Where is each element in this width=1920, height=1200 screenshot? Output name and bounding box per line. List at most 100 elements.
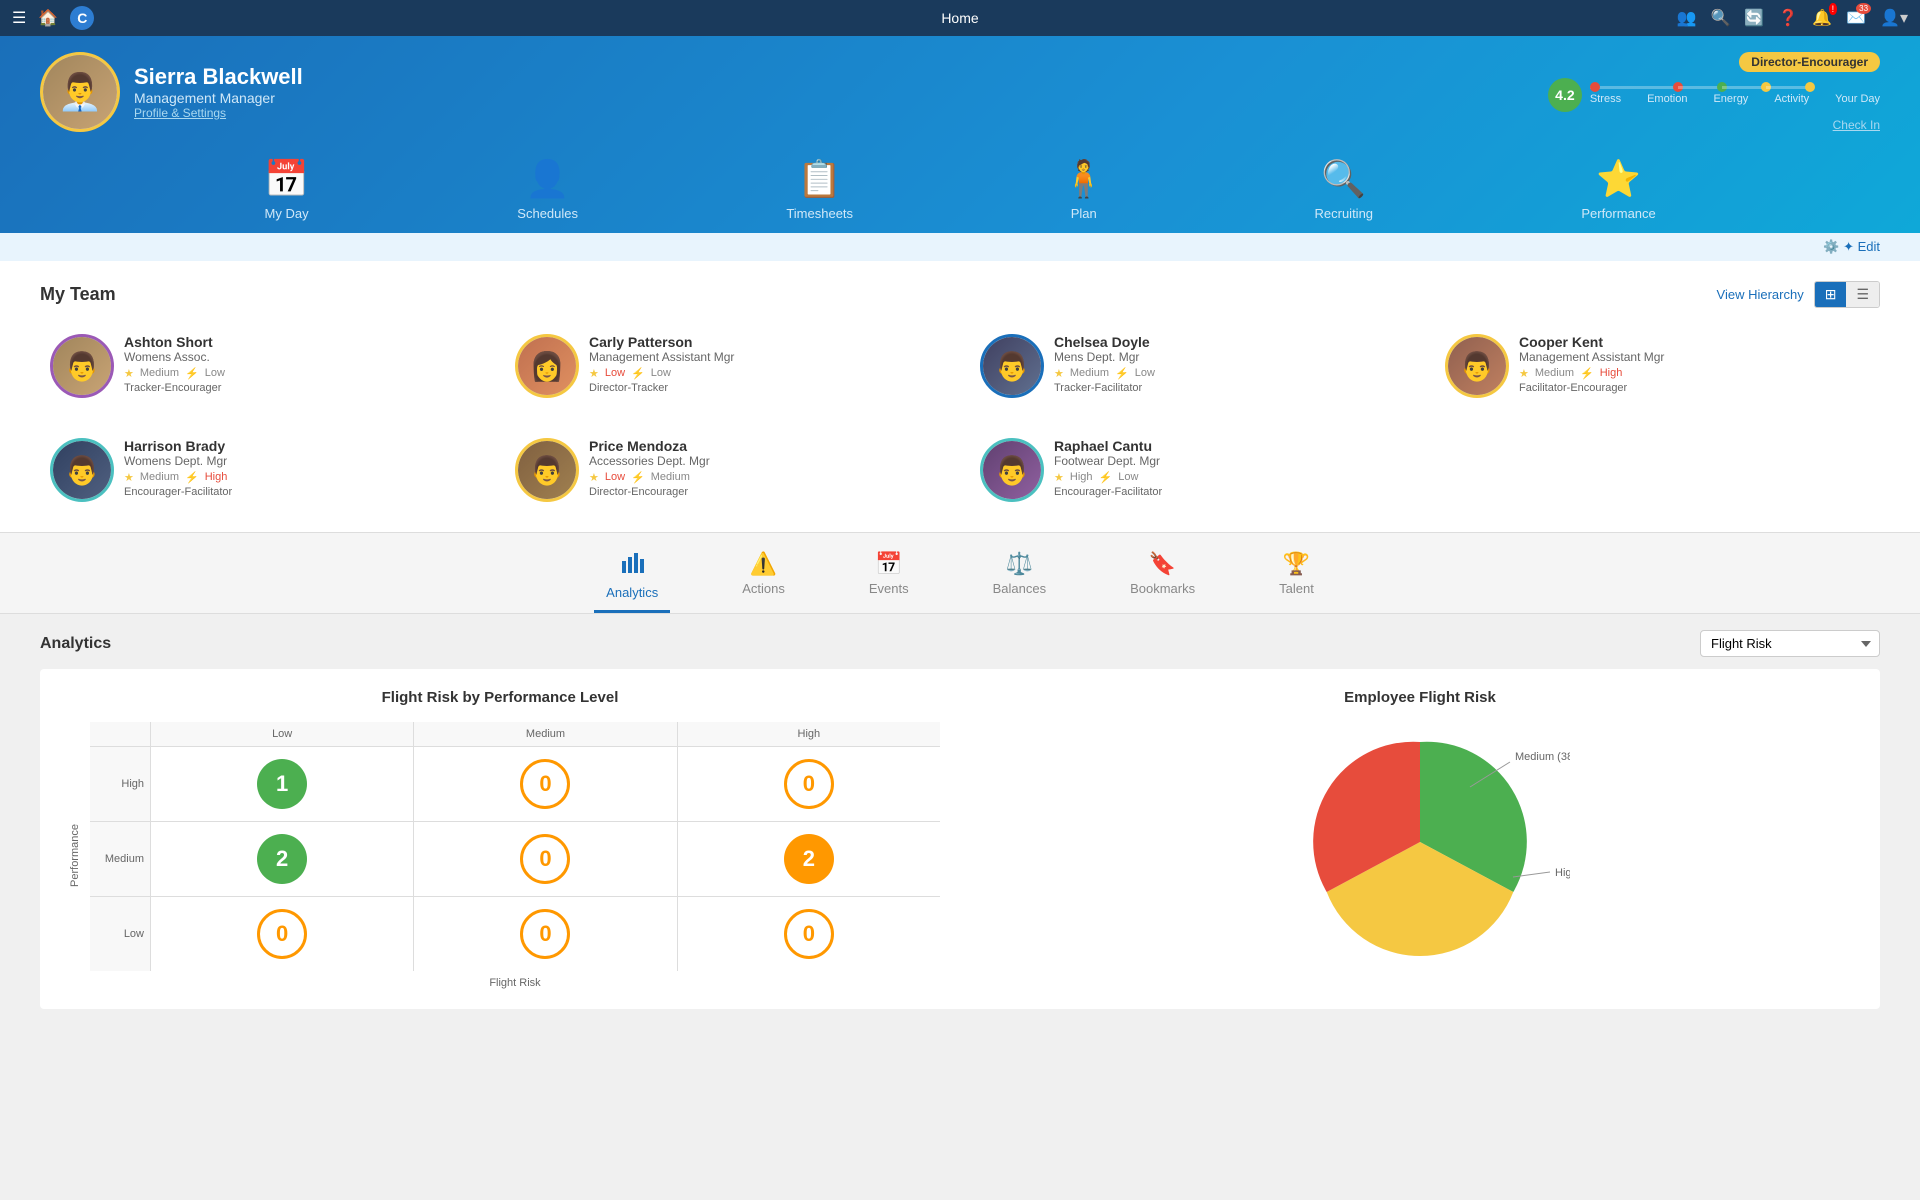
- flight-risk-chart: Flight Risk by Performance Level Perform…: [60, 689, 940, 989]
- member-role: Management Assistant Mgr: [589, 350, 940, 364]
- member-name: Ashton Short: [124, 334, 475, 350]
- tab-bookmarks[interactable]: 🔖 Bookmarks: [1118, 543, 1207, 613]
- charts-container: Flight Risk by Performance Level Perform…: [40, 669, 1880, 1009]
- tab-balances-label: Balances: [993, 581, 1046, 596]
- checkin-panel: Director-Encourager 4.2: [1548, 52, 1880, 132]
- view-hierarchy-link[interactable]: View Hierarchy: [1717, 287, 1804, 302]
- grid-cell-low-medium: 0: [414, 897, 676, 971]
- member-name: Harrison Brady: [124, 438, 475, 454]
- header-section: 👨‍💼 Sierra Blackwell Management Manager …: [0, 36, 1920, 233]
- plan-icon: 🧍: [1061, 158, 1106, 200]
- flight-count: 0: [520, 834, 570, 884]
- help-icon[interactable]: ❓: [1778, 8, 1798, 28]
- svg-text:High (17.65%): High (17.65%): [1555, 867, 1570, 879]
- y-label-high: High: [90, 747, 150, 821]
- tab-talent[interactable]: 🏆 Talent: [1267, 543, 1326, 613]
- notification-icon[interactable]: 🔔!: [1812, 8, 1832, 28]
- tab-actions-label: Actions: [742, 581, 785, 596]
- tab-balances[interactable]: ⚖️ Balances: [981, 543, 1058, 613]
- home-icon[interactable]: 🏠: [38, 8, 58, 28]
- analytics-dropdown[interactable]: Flight Risk Performance Engagement: [1700, 630, 1880, 657]
- pie-chart: Medium (38.24%) High (17.65%): [980, 722, 1860, 962]
- mood-bar: 4.2: [1548, 78, 1880, 112]
- talent-icon: 🏆: [1283, 551, 1310, 577]
- member-role: Mens Dept. Mgr: [1054, 350, 1405, 364]
- list-view-button[interactable]: ☰: [1846, 282, 1879, 307]
- schedules-icon: 👤: [525, 158, 570, 200]
- team-header-right: View Hierarchy ⊞ ☰: [1717, 281, 1880, 308]
- grid-cell-med-high: 2: [678, 822, 940, 896]
- member-type: Tracker-Encourager: [124, 382, 475, 394]
- member-name: Raphael Cantu: [1054, 438, 1405, 454]
- analytics-icon: [620, 551, 644, 581]
- nav-right: 👥 🔍 🔄 ❓ 🔔! ✉️33 👤▾: [1677, 8, 1908, 28]
- team-grid: 👨 Ashton Short Womens Assoc. ★Medium ⚡Lo…: [40, 324, 1880, 512]
- flight-count: 2: [257, 834, 307, 884]
- mood-score: 4.2: [1548, 78, 1582, 112]
- member-type: Encourager-Facilitator: [1054, 486, 1405, 498]
- nav-item-recruiting[interactable]: 🔍 Recruiting: [1315, 158, 1374, 233]
- member-stats: ★Low ⚡Medium: [589, 471, 940, 484]
- my-team-title: My Team: [40, 284, 116, 305]
- brand-logo: C: [70, 6, 94, 30]
- member-type: Encourager-Facilitator: [124, 486, 475, 498]
- tab-actions[interactable]: ⚠️ Actions: [730, 543, 797, 613]
- member-stats: ★Medium ⚡High: [124, 471, 475, 484]
- main-content: My Team View Hierarchy ⊞ ☰ 👨 Ashton Shor…: [0, 261, 1920, 532]
- mail-icon[interactable]: ✉️33: [1846, 8, 1866, 28]
- nav-item-performance[interactable]: ⭐ Performance: [1581, 158, 1655, 233]
- nav-item-plan[interactable]: 🧍 Plan: [1061, 158, 1106, 233]
- member-role: Accessories Dept. Mgr: [589, 454, 940, 468]
- user-name: Sierra Blackwell: [134, 64, 303, 90]
- profile-info: Sierra Blackwell Management Manager Prof…: [134, 64, 303, 120]
- y-axis-label: Performance: [69, 824, 81, 887]
- grid-cell-high-high: 0: [678, 747, 940, 821]
- grid-cell-med-low: 2: [151, 822, 413, 896]
- nav-item-timesheets[interactable]: 📋 Timesheets: [786, 158, 853, 233]
- checkin-link[interactable]: Check In: [1833, 118, 1880, 132]
- menu-icon[interactable]: ☰: [12, 8, 26, 28]
- tab-analytics[interactable]: Analytics: [594, 543, 670, 613]
- nav-item-my-day[interactable]: 📅 My Day: [264, 158, 309, 233]
- tab-events-label: Events: [869, 581, 909, 596]
- table-row: 👨 Cooper Kent Management Assistant Mgr ★…: [1435, 324, 1880, 408]
- grid-view-button[interactable]: ⊞: [1815, 282, 1847, 307]
- people-icon[interactable]: 👥: [1677, 8, 1697, 28]
- profile-settings-link[interactable]: Profile & Settings: [134, 106, 303, 120]
- tabs-row: Analytics ⚠️ Actions 📅 Events ⚖️ Balance…: [0, 533, 1920, 613]
- role-badge: Director-Encourager: [1739, 52, 1880, 72]
- avatar: 👨: [980, 438, 1044, 502]
- mood-track: [1590, 86, 1880, 89]
- refresh-icon[interactable]: 🔄: [1744, 8, 1764, 28]
- grid-cell-high-low: 1: [151, 747, 413, 821]
- member-name: Price Mendoza: [589, 438, 940, 454]
- nav-item-schedules[interactable]: 👤 Schedules: [517, 158, 578, 233]
- edit-row: ⚙️ ✦ Edit: [0, 233, 1920, 261]
- member-type: Director-Encourager: [589, 486, 940, 498]
- edit-link[interactable]: ⚙️ ✦ Edit: [1823, 239, 1880, 254]
- tabs-section: Analytics ⚠️ Actions 📅 Events ⚖️ Balance…: [0, 532, 1920, 614]
- flight-count: 0: [257, 909, 307, 959]
- avatar: 👨: [50, 334, 114, 398]
- member-type: Director-Tracker: [589, 382, 940, 394]
- avatar: 👨: [515, 438, 579, 502]
- user-icon[interactable]: 👤▾: [1880, 8, 1908, 28]
- nav-icons-row: 📅 My Day 👤 Schedules 📋 Timesheets 🧍 Plan…: [40, 148, 1880, 233]
- tab-events[interactable]: 📅 Events: [857, 543, 921, 613]
- member-stats: ★Medium ⚡Low: [1054, 367, 1405, 380]
- member-name: Chelsea Doyle: [1054, 334, 1405, 350]
- table-row: 👨 Chelsea Doyle Mens Dept. Mgr ★Medium ⚡…: [970, 324, 1415, 408]
- profile-left: 👨‍💼 Sierra Blackwell Management Manager …: [40, 52, 303, 132]
- svg-text:Medium (38.24%): Medium (38.24%): [1515, 751, 1570, 763]
- flight-count: 0: [784, 909, 834, 959]
- x-label-low: Low: [151, 722, 413, 746]
- balances-icon: ⚖️: [1006, 551, 1033, 577]
- pie-svg: Medium (38.24%) High (17.65%): [1270, 722, 1570, 962]
- search-icon[interactable]: 🔍: [1710, 8, 1730, 28]
- timesheets-icon: 📋: [797, 158, 842, 200]
- member-stats: ★High ⚡Low: [1054, 471, 1405, 484]
- flight-count: 0: [520, 909, 570, 959]
- grid-cell-med-medium: 0: [414, 822, 676, 896]
- avatar: 👨: [50, 438, 114, 502]
- member-type: Tracker-Facilitator: [1054, 382, 1405, 394]
